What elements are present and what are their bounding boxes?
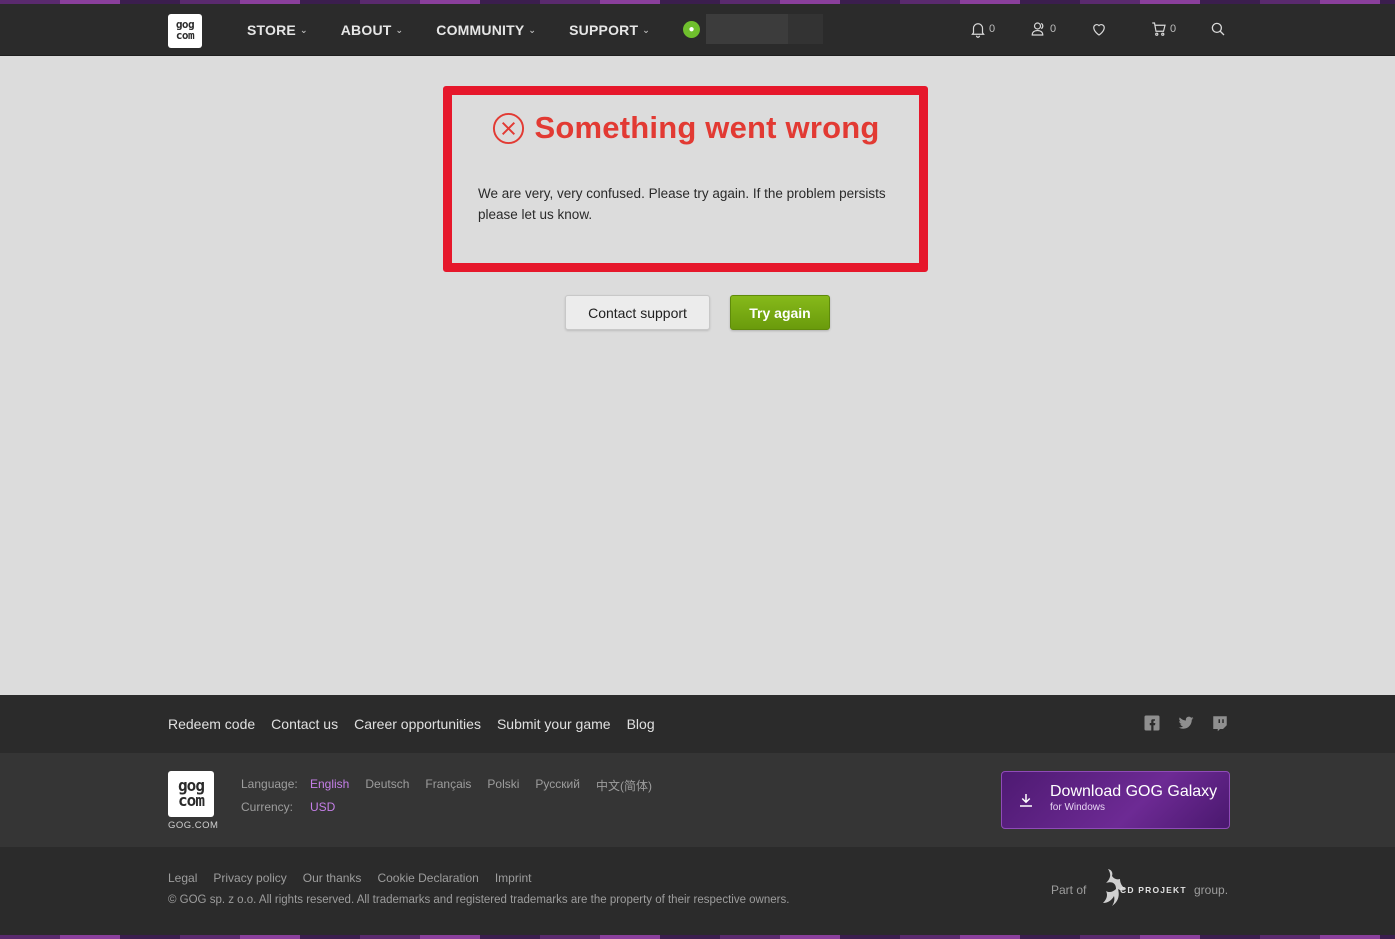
notifications-count: 0 xyxy=(989,23,996,35)
cart-button[interactable]: 0 xyxy=(1150,19,1176,39)
main-menu: STORE ⌄ ABOUT ⌄ COMMUNITY ⌄ SUPPORT ⌄ xyxy=(247,4,683,56)
copyright-text: © GOG sp. z o.o. All rights reserved. Al… xyxy=(168,894,790,906)
language-option-francais[interactable]: Français xyxy=(425,777,471,794)
nav-store[interactable]: STORE ⌄ xyxy=(247,22,308,38)
error-title: Something went wrong xyxy=(452,110,919,146)
footer-link-blog[interactable]: Blog xyxy=(627,716,655,732)
friends-icon xyxy=(1031,22,1044,36)
cart-count: 0 xyxy=(1170,23,1177,35)
legal-link-privacy[interactable]: Privacy policy xyxy=(213,871,286,885)
nav-community[interactable]: COMMUNITY ⌄ xyxy=(436,22,536,38)
legal-link-cookies[interactable]: Cookie Declaration xyxy=(377,871,478,885)
twitch-icon[interactable] xyxy=(1211,714,1229,732)
language-option-chinese[interactable]: 中文(简体) xyxy=(596,777,652,794)
nav-about[interactable]: ABOUT ⌄ xyxy=(341,22,404,38)
legal-link-legal[interactable]: Legal xyxy=(168,871,197,885)
part-of-text: Part of xyxy=(1051,883,1087,897)
footer-settings: gog com GOG.COM Language: English Deutsch… xyxy=(0,753,1395,847)
footer-link-submit-game[interactable]: Submit your game xyxy=(497,716,611,732)
contact-support-button[interactable]: Contact support xyxy=(565,295,710,330)
bell-icon xyxy=(971,23,985,38)
language-option-deutsch[interactable]: Deutsch xyxy=(365,777,409,794)
legal-links: Legal Privacy policy Our thanks Cookie D… xyxy=(168,871,548,885)
language-option-english[interactable]: English xyxy=(310,777,349,794)
galaxy-title: Download GOG Galaxy xyxy=(1050,783,1218,800)
footer-gog-logo[interactable]: gog com xyxy=(168,771,214,817)
chevron-down-icon: ⌄ xyxy=(528,24,537,35)
footer-legal: Legal Privacy policy Our thanks Cookie D… xyxy=(0,847,1395,935)
currency-label: Currency: xyxy=(241,800,294,814)
heart-icon xyxy=(1093,24,1105,36)
footer-links-bar: Redeem code Contact us Career opportunit… xyxy=(0,695,1395,753)
friends-count: 0 xyxy=(1050,23,1057,35)
gog-logo[interactable]: gog com xyxy=(168,14,202,48)
top-navigation: gog com STORE ⌄ ABOUT ⌄ COMMUNITY ⌄ SUPPORT ⌄… xyxy=(0,4,1395,56)
username-redacted[interactable] xyxy=(706,14,823,44)
footer-links: Redeem code Contact us Career opportunit… xyxy=(168,695,671,753)
language-option-russian[interactable]: Русский xyxy=(535,777,580,794)
notifications-button[interactable]: 0 xyxy=(969,19,995,39)
twitter-icon[interactable] xyxy=(1176,714,1196,732)
footer-link-redeem-code[interactable]: Redeem code xyxy=(168,716,255,732)
cart-icon xyxy=(1152,22,1166,36)
footer-link-contact-us[interactable]: Contact us xyxy=(271,716,338,732)
footer-logo-caption: GOG.COM xyxy=(168,820,219,831)
search-button[interactable] xyxy=(1209,19,1227,39)
user-avatar-icon[interactable]: ● xyxy=(683,21,700,38)
error-circle-x-icon xyxy=(492,112,524,144)
decorative-bottom-strip xyxy=(0,935,1395,939)
chevron-down-icon: ⌄ xyxy=(395,24,404,35)
galaxy-subtitle: for Windows xyxy=(1050,802,1106,813)
cd-projekt-wordmark: CD PROJEKT xyxy=(1120,885,1187,895)
language-option-polski[interactable]: Polski xyxy=(487,777,519,794)
chevron-down-icon: ⌄ xyxy=(642,24,650,35)
friends-button[interactable]: 0 xyxy=(1030,19,1056,39)
nav-support[interactable]: SUPPORT ⌄ xyxy=(569,22,650,38)
wishlist-button[interactable] xyxy=(1090,19,1108,39)
group-text: group. xyxy=(1194,883,1229,897)
legal-link-thanks[interactable]: Our thanks xyxy=(303,871,362,885)
language-selector: Language: English Deutsch Français Polsk… xyxy=(241,777,668,794)
error-message: We are very, very confused. Please try a… xyxy=(478,186,886,222)
footer-link-careers[interactable]: Career opportunities xyxy=(354,716,481,732)
currency-selector: Currency: USD xyxy=(241,800,351,814)
currency-option-usd[interactable]: USD xyxy=(310,800,335,814)
language-label: Language: xyxy=(241,777,298,791)
facebook-icon[interactable] xyxy=(1143,714,1161,732)
try-again-button[interactable]: Try again xyxy=(730,295,830,330)
download-galaxy-button[interactable]: Download GOG Galaxy for Windows xyxy=(1001,771,1230,829)
search-icon xyxy=(1211,22,1225,36)
chevron-down-icon: ⌄ xyxy=(299,24,308,35)
error-panel: Something went wrong We are very, very c… xyxy=(443,86,928,272)
legal-link-imprint[interactable]: Imprint xyxy=(495,871,532,885)
download-icon xyxy=(1020,794,1032,807)
